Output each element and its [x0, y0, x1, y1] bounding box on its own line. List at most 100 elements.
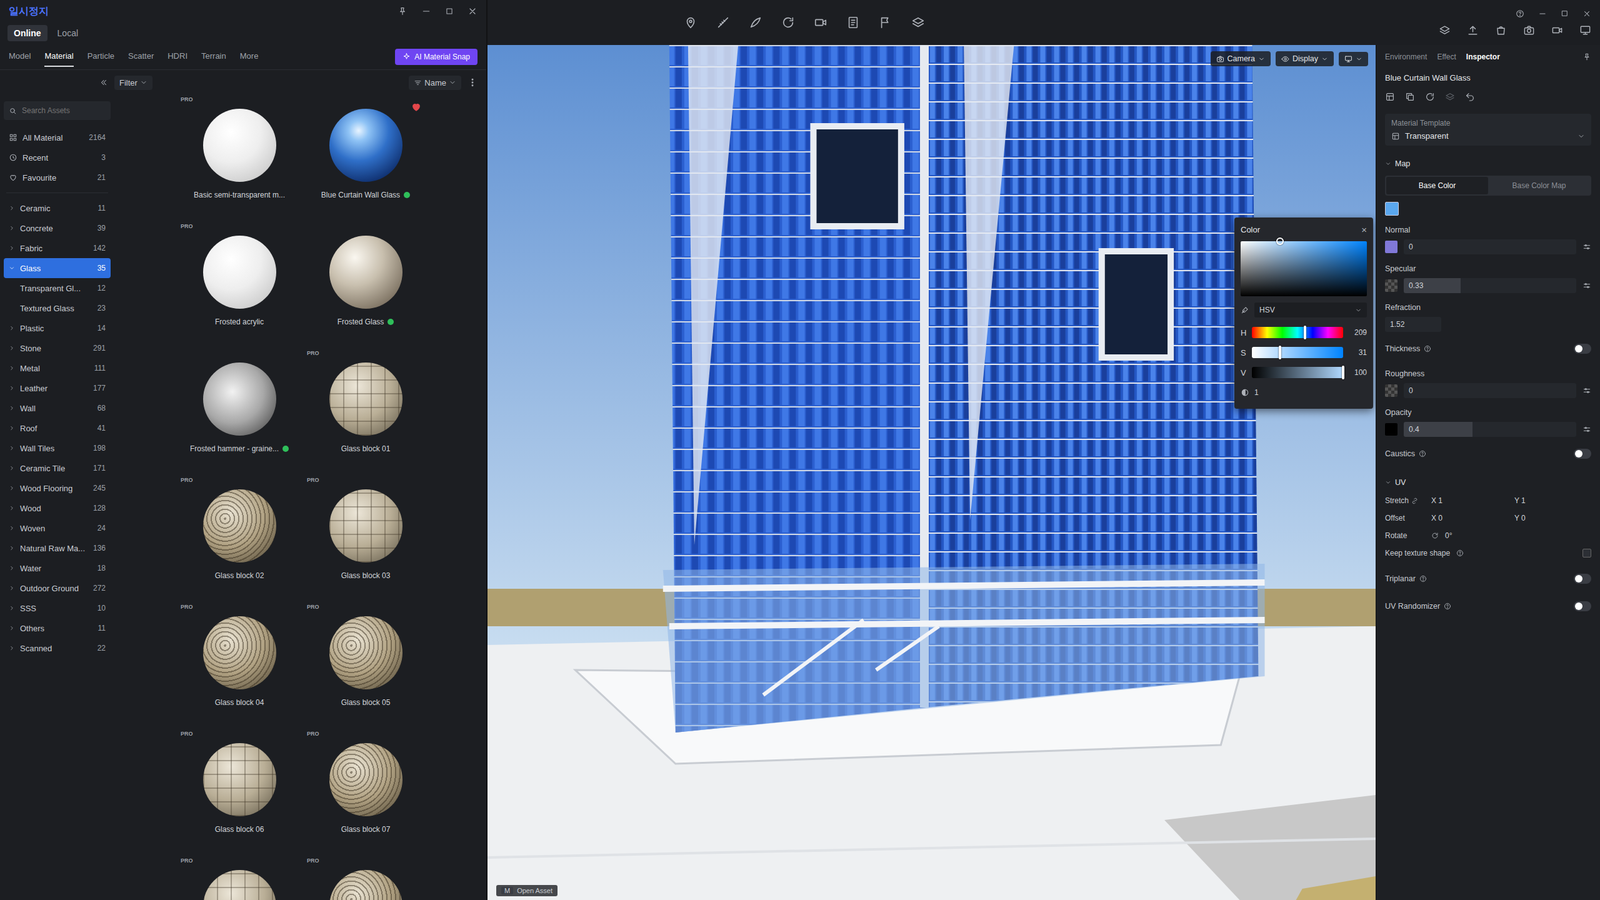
map-swatch[interactable] — [1385, 279, 1398, 292]
chevron-right-icon[interactable] — [8, 605, 15, 612]
chevron-right-icon[interactable] — [8, 325, 15, 332]
chevron-right-icon[interactable] — [8, 425, 15, 432]
asset-tab[interactable]: Scatter — [128, 46, 154, 67]
layers-icon[interactable] — [1438, 24, 1451, 37]
draw-icon[interactable] — [748, 15, 763, 30]
value-field[interactable]: 1.52 — [1385, 316, 1442, 332]
adjust-icon[interactable] — [1582, 281, 1592, 290]
chevron-right-icon[interactable] — [8, 625, 15, 632]
channel-slider[interactable] — [1251, 346, 1344, 359]
category-item[interactable]: Fabric142 — [3, 238, 111, 259]
asset-tab[interactable]: Particle — [87, 46, 115, 67]
material-card[interactable]: PROFrosted acrylic — [176, 223, 302, 350]
toggle-switch[interactable] — [1573, 601, 1592, 612]
collapse-icon[interactable] — [99, 78, 109, 87]
category-item[interactable]: Roof41 — [3, 418, 111, 439]
material-card[interactable]: PROGlass block 05 — [303, 603, 429, 731]
minimize-icon[interactable] — [1538, 9, 1547, 19]
video-icon[interactable] — [813, 15, 828, 30]
category-item[interactable]: Others11 — [3, 618, 111, 639]
filter-button[interactable]: Filter — [114, 75, 153, 90]
rotate-icon[interactable] — [781, 15, 795, 30]
map-mode[interactable]: Base Color Map — [1488, 176, 1590, 195]
category-item[interactable]: Wall Tiles198 — [3, 438, 111, 459]
material-card[interactable]: Frosted hammer - graine... — [176, 350, 302, 477]
toggle-switch[interactable] — [1573, 343, 1592, 354]
chevron-right-icon[interactable] — [8, 245, 15, 252]
chevron-right-icon[interactable] — [8, 445, 15, 452]
map-mode[interactable]: Base Color — [1386, 176, 1489, 195]
rotate-field[interactable]: 0° — [1445, 531, 1592, 540]
maximize-icon[interactable] — [1560, 9, 1569, 18]
layers-icon[interactable] — [1445, 91, 1455, 102]
chevron-down-icon[interactable] — [8, 265, 15, 272]
reset-icon[interactable] — [1465, 91, 1475, 102]
quick-filter[interactable]: All Material2164 — [3, 127, 111, 148]
checkbox[interactable] — [1582, 548, 1592, 558]
display-button[interactable]: Display — [1275, 51, 1334, 67]
camera-button[interactable]: Camera — [1210, 51, 1271, 67]
chevron-right-icon[interactable] — [8, 385, 15, 392]
share-icon[interactable] — [1466, 24, 1479, 37]
asset-tab[interactable]: Terrain — [201, 46, 227, 67]
category-item[interactable]: Natural Raw Ma...136 — [3, 538, 111, 559]
category-item[interactable]: Textured Glass23 — [3, 298, 111, 319]
material-card[interactable]: PRO — [176, 857, 302, 900]
asset-tab[interactable]: Material — [44, 46, 74, 67]
uv-x-field[interactable]: X 1 — [1431, 496, 1509, 505]
category-item[interactable]: Concrete39 — [3, 218, 111, 239]
category-item[interactable]: Ceramic Tile171 — [3, 458, 111, 479]
category-item[interactable]: Plastic14 — [3, 318, 111, 339]
chevron-right-icon[interactable] — [8, 465, 15, 472]
channel-slider[interactable] — [1251, 326, 1344, 339]
chevron-right-icon[interactable] — [8, 345, 15, 352]
material-card[interactable]: PROGlass block 01 — [303, 350, 429, 477]
category-item[interactable]: Transparent Gl...12 — [3, 278, 111, 299]
replace-icon[interactable] — [1425, 91, 1435, 102]
maximize-icon[interactable] — [445, 6, 454, 16]
inspector-tab[interactable]: Inspector — [1466, 52, 1500, 62]
category-item[interactable]: Ceramic11 — [3, 198, 111, 219]
source-tab[interactable]: Online — [7, 25, 48, 42]
help-icon[interactable] — [1515, 9, 1525, 19]
category-item[interactable]: SSS10 — [3, 598, 111, 619]
chevron-right-icon[interactable] — [8, 565, 15, 572]
slider-field[interactable]: 0.33 — [1403, 278, 1577, 294]
pin-icon[interactable] — [1582, 52, 1592, 62]
asset-tab[interactable]: Model — [8, 46, 31, 67]
uv-y-field[interactable]: Y 1 — [1514, 496, 1592, 505]
map-section-header[interactable]: Map — [1385, 154, 1592, 174]
adjust-icon[interactable] — [1582, 386, 1592, 395]
map-swatch[interactable] — [1385, 423, 1398, 436]
bag-icon[interactable] — [1495, 24, 1507, 37]
camera-icon[interactable] — [1523, 24, 1535, 37]
material-card[interactable]: PRO — [303, 857, 429, 900]
view-button[interactable] — [1338, 51, 1369, 67]
channel-slider[interactable] — [1251, 366, 1344, 379]
document-icon[interactable] — [846, 15, 860, 30]
toggle-switch[interactable] — [1573, 573, 1592, 584]
category-item[interactable]: Stone291 — [3, 338, 111, 359]
copy-icon[interactable] — [1405, 91, 1415, 102]
material-card[interactable]: PROGlass block 04 — [176, 603, 302, 731]
video-icon[interactable] — [1551, 24, 1564, 37]
eyedropper-icon[interactable] — [1240, 305, 1250, 315]
material-card[interactable]: Blue Curtain Wall Glass — [303, 96, 429, 224]
material-card[interactable]: Frosted Glass — [303, 223, 429, 350]
close-button[interactable]: × — [1361, 224, 1367, 235]
mode-select[interactable]: HSV — [1254, 302, 1367, 318]
category-item[interactable]: Outdoor Ground272 — [3, 578, 111, 599]
chevron-right-icon[interactable] — [8, 405, 15, 412]
uv-y-field[interactable]: Y 0 — [1514, 513, 1592, 523]
chevron-right-icon[interactable] — [8, 585, 15, 592]
chevron-right-icon[interactable] — [8, 505, 15, 512]
source-tab[interactable]: Local — [51, 25, 85, 42]
monitor-icon[interactable] — [1579, 24, 1592, 37]
uv-section-header[interactable]: UV — [1385, 473, 1592, 492]
base-color-swatch[interactable] — [1385, 201, 1399, 216]
material-template[interactable]: Material TemplateTransparent — [1385, 113, 1592, 146]
slider-field[interactable]: 0 — [1403, 239, 1577, 255]
flag-icon[interactable] — [878, 15, 893, 30]
chevron-right-icon[interactable] — [8, 645, 15, 652]
saturation-value-area[interactable] — [1240, 241, 1367, 297]
